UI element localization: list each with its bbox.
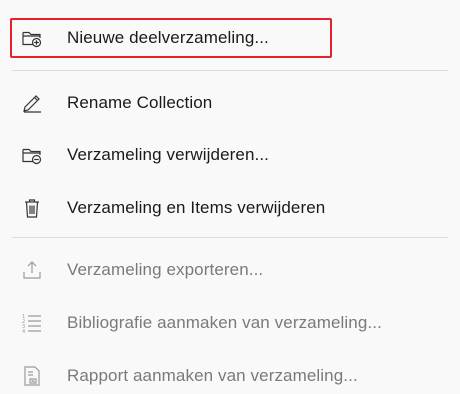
collection-context-menu: Nieuwe deelverzameling... Rename Collect… [0,0,460,394]
menu-item-label: Verzameling exporteren... [67,260,264,279]
menu-item-new-subcollection[interactable]: Nieuwe deelverzameling... [0,18,460,58]
menu-item-delete-collection-and-items[interactable]: Verzameling en Items verwijderen [0,188,460,228]
folder-remove-icon [21,144,43,166]
export-icon [21,259,43,281]
folder-add-icon [21,27,43,49]
list-icon: 1 2 3 4 [21,312,43,335]
menu-item-rename-collection[interactable]: Rename Collection [0,83,460,123]
menu-item-create-bibliography[interactable]: 1 2 3 4 Bibliografie aanmaken van verzam… [0,303,460,343]
menu-separator [12,70,448,71]
menu-item-delete-collection[interactable]: Verzameling verwijderen... [0,135,460,175]
menu-item-label: Verzameling verwijderen... [67,145,269,164]
menu-item-label: Bibliografie aanmaken van verzameling... [67,313,382,332]
menu-separator [12,237,448,238]
menu-item-label: Rapport aanmaken van verzameling... [67,366,358,385]
menu-item-label: Verzameling en Items verwijderen [67,198,326,217]
trash-icon [21,197,43,219]
menu-item-export-collection[interactable]: Verzameling exporteren... [0,250,460,290]
menu-item-create-report[interactable]: Rapport aanmaken van verzameling... [0,356,460,394]
report-icon [21,365,43,387]
pencil-icon [21,92,43,114]
menu-item-label: Rename Collection [67,93,213,112]
menu-item-label: Nieuwe deelverzameling... [67,28,269,47]
svg-text:4: 4 [22,329,25,335]
